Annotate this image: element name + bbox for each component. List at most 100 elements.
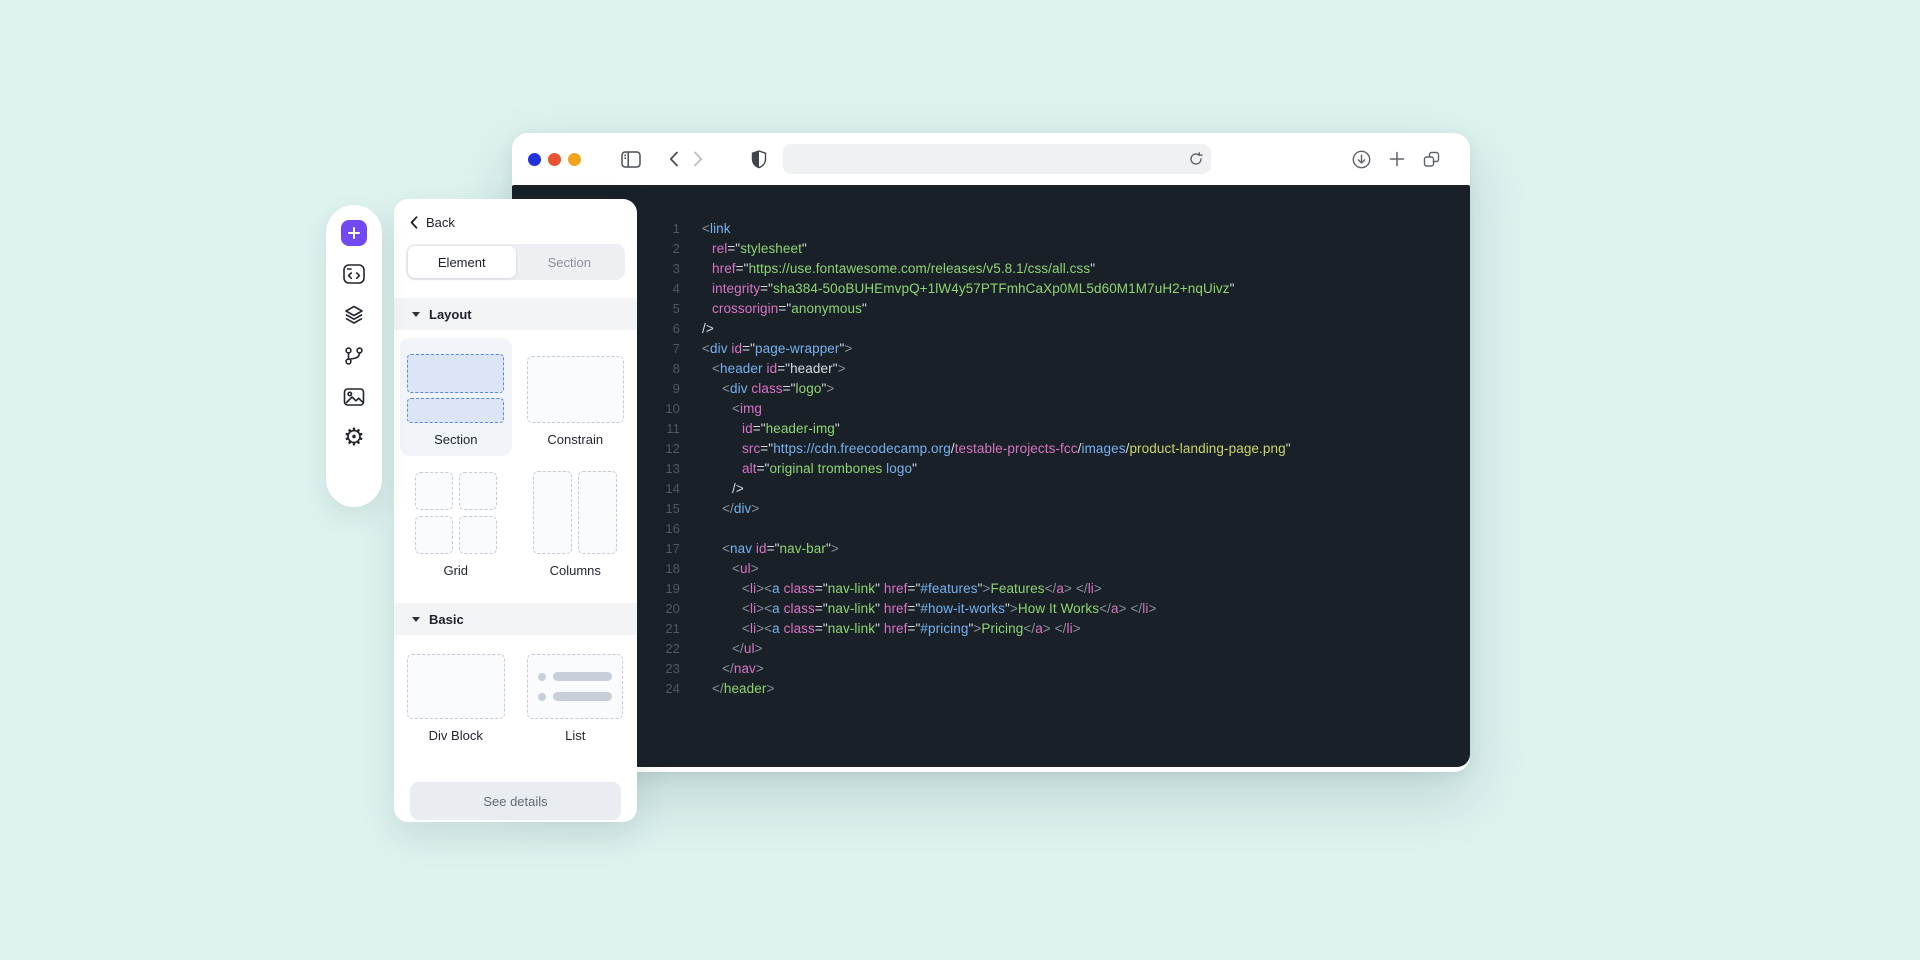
- see-details-button[interactable]: See details: [410, 782, 621, 820]
- section-header-layout[interactable]: Layout: [394, 298, 637, 330]
- code-line: 15</div>: [512, 498, 1470, 518]
- code-text: <nav id="nav-bar">: [702, 541, 839, 556]
- card-label: Constrain: [547, 432, 603, 447]
- element-card-grid[interactable]: Grid: [400, 460, 512, 587]
- code-line: 21<li><a class="nav-link" href="#pricing…: [512, 618, 1470, 638]
- cards-grid: Section Constrain Grid Columns: [394, 330, 637, 591]
- card-label: Div Block: [429, 728, 483, 743]
- code-editor: 1<link2rel="stylesheet"3href="https://us…: [512, 185, 1470, 767]
- code-text: <link: [702, 221, 731, 236]
- image-icon[interactable]: [341, 384, 367, 410]
- code-line: 20<li><a class="nav-link" href="#how-it-…: [512, 598, 1470, 618]
- code-text: </header>: [702, 681, 774, 696]
- window-control-3[interactable]: [568, 153, 581, 166]
- download-icon[interactable]: [1352, 150, 1371, 169]
- code-text: <li><a class="nav-link" href="#features"…: [702, 581, 1102, 596]
- code-text: src="https://cdn.freecodecamp.org/testab…: [702, 441, 1291, 456]
- window-control-1[interactable]: [528, 153, 541, 166]
- code-text: <img: [702, 401, 762, 416]
- code-text: alt="original trombones logo": [702, 461, 917, 476]
- code-text: <li><a class="nav-link" href="#how-it-wo…: [702, 601, 1156, 616]
- code-text: </div>: [702, 501, 759, 516]
- chevron-left-icon: [410, 216, 418, 229]
- section-title: Basic: [429, 612, 464, 627]
- code-line: 10<img: [512, 398, 1470, 418]
- card-label: Columns: [550, 563, 601, 578]
- plus-icon[interactable]: [341, 220, 367, 246]
- element-card-constrain[interactable]: Constrain: [520, 338, 632, 456]
- forward-icon[interactable]: [693, 151, 703, 167]
- layers-icon[interactable]: [341, 302, 367, 328]
- element-section-switch: Element Section: [406, 244, 625, 280]
- shield-icon[interactable]: [751, 150, 767, 169]
- code-text: />: [702, 321, 714, 336]
- code-text: integrity="sha384-50oBUHEmvpQ+1lW4y57PTF…: [702, 281, 1235, 296]
- code-line: 1<link: [512, 218, 1470, 238]
- tool-sidebar: ⚙: [326, 205, 382, 507]
- card-label: Section: [434, 432, 477, 447]
- code-line: 11id="header-img": [512, 418, 1470, 438]
- tab-overview-icon[interactable]: [1423, 151, 1440, 168]
- div-block-glyph: [407, 654, 505, 719]
- browser-code-icon[interactable]: [341, 261, 367, 287]
- constrain-glyph: [527, 356, 624, 423]
- tab-section[interactable]: Section: [516, 246, 624, 278]
- elements-panel: Back Element Section Layout Section Constr…: [394, 199, 637, 822]
- card-label: List: [565, 728, 585, 743]
- element-card-list[interactable]: List: [520, 643, 632, 752]
- code-line: 2rel="stylesheet": [512, 238, 1470, 258]
- address-input[interactable]: [791, 152, 1189, 167]
- code-line: 16: [512, 518, 1470, 538]
- section-title: Layout: [429, 307, 472, 322]
- section-glyph: [407, 354, 504, 423]
- code-text: <header id="header">: [702, 361, 846, 376]
- code-line: 5crossorigin="anonymous": [512, 298, 1470, 318]
- code-line: 24</header>: [512, 678, 1470, 698]
- element-card-columns[interactable]: Columns: [520, 460, 632, 587]
- code-line: 13alt="original trombones logo": [512, 458, 1470, 478]
- reload-icon[interactable]: [1189, 152, 1203, 166]
- branch-icon[interactable]: [341, 343, 367, 369]
- panel-sections: Layout Section Constrain Grid Columns Basic Di…: [394, 280, 637, 756]
- code-text: />: [702, 481, 744, 496]
- back-label: Back: [426, 215, 455, 230]
- window-controls: [528, 153, 581, 166]
- chevron-down-icon: [412, 312, 420, 317]
- code-text: </nav>: [702, 661, 764, 676]
- tab-element[interactable]: Element: [408, 246, 516, 278]
- window-control-2[interactable]: [548, 153, 561, 166]
- browser-toolbar: [512, 133, 1470, 185]
- code-line: 18<ul>: [512, 558, 1470, 578]
- address-bar[interactable]: [783, 144, 1211, 174]
- code-line: 23</nav>: [512, 658, 1470, 678]
- grid-glyph: [415, 472, 497, 554]
- code-line: 9<div class="logo">: [512, 378, 1470, 398]
- code-text: rel="stylesheet": [702, 241, 807, 256]
- element-card-div-block[interactable]: Div Block: [400, 643, 512, 752]
- browser-window: 1<link2rel="stylesheet"3href="https://us…: [512, 133, 1470, 772]
- element-card-section[interactable]: Section: [400, 338, 512, 456]
- back-icon[interactable]: [669, 151, 679, 167]
- code-line: 7<div id="page-wrapper">: [512, 338, 1470, 358]
- code-line: 3href="https://use.fontawesome.com/relea…: [512, 258, 1470, 278]
- code-line: 12src="https://cdn.freecodecamp.org/test…: [512, 438, 1470, 458]
- code-text: id="header-img": [702, 421, 840, 436]
- sidebar-toggle-icon[interactable]: [621, 151, 641, 168]
- chevron-down-icon: [412, 617, 420, 622]
- code-line: 8<header id="header">: [512, 358, 1470, 378]
- new-tab-icon[interactable]: [1389, 151, 1405, 167]
- code-line: 14/>: [512, 478, 1470, 498]
- list-glyph: [527, 654, 623, 719]
- code-line: 22</ul>: [512, 638, 1470, 658]
- code-lines: 1<link2rel="stylesheet"3href="https://us…: [512, 185, 1470, 698]
- section-header-basic[interactable]: Basic: [394, 603, 637, 635]
- code-text: href="https://use.fontawesome.com/releas…: [702, 261, 1095, 276]
- gear-icon[interactable]: ⚙: [341, 425, 367, 451]
- code-text: <li><a class="nav-link" href="#pricing">…: [702, 621, 1081, 636]
- code-line: 6/>: [512, 318, 1470, 338]
- code-line: 19<li><a class="nav-link" href="#feature…: [512, 578, 1470, 598]
- card-label: Grid: [443, 563, 468, 578]
- back-button[interactable]: Back: [394, 199, 637, 238]
- cards-grid: Div Block List: [394, 635, 637, 756]
- code-text: <div id="page-wrapper">: [702, 341, 852, 356]
